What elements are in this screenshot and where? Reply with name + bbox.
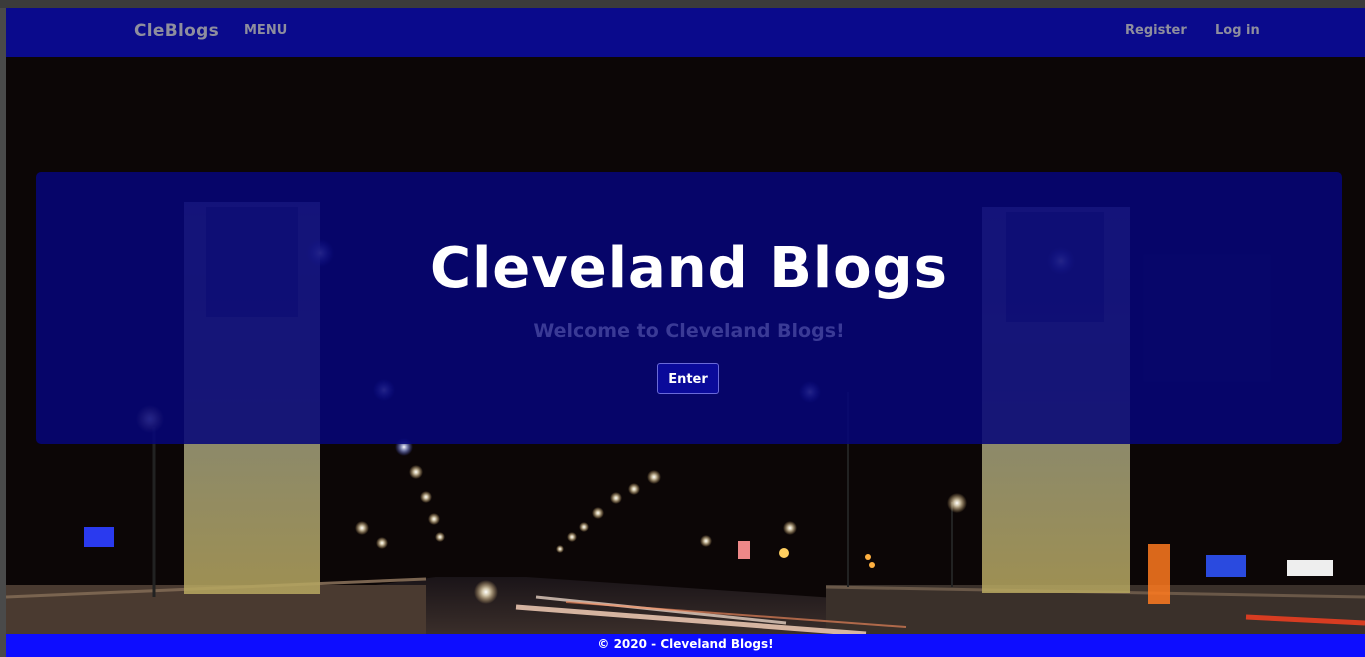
login-link[interactable]: Log in bbox=[1215, 23, 1260, 38]
page: CleBlogs MENU Register Log in Cleveland … bbox=[6, 8, 1365, 657]
footer-copyright: © 2020 - Cleveland Blogs! bbox=[597, 637, 774, 651]
footer: © 2020 - Cleveland Blogs! bbox=[6, 634, 1365, 657]
enter-button[interactable]: Enter bbox=[657, 363, 719, 394]
page-title: Cleveland Blogs bbox=[430, 236, 948, 301]
jumbotron: Cleveland Blogs Welcome to Cleveland Blo… bbox=[36, 172, 1342, 444]
browser-top-strip bbox=[0, 0, 1365, 8]
brand-link[interactable]: CleBlogs bbox=[134, 21, 219, 41]
menu-link[interactable]: MENU bbox=[244, 23, 287, 38]
page-subtitle: Welcome to Cleveland Blogs! bbox=[533, 320, 845, 342]
navbar: CleBlogs MENU Register Log in bbox=[6, 8, 1365, 57]
register-link[interactable]: Register bbox=[1125, 23, 1187, 38]
